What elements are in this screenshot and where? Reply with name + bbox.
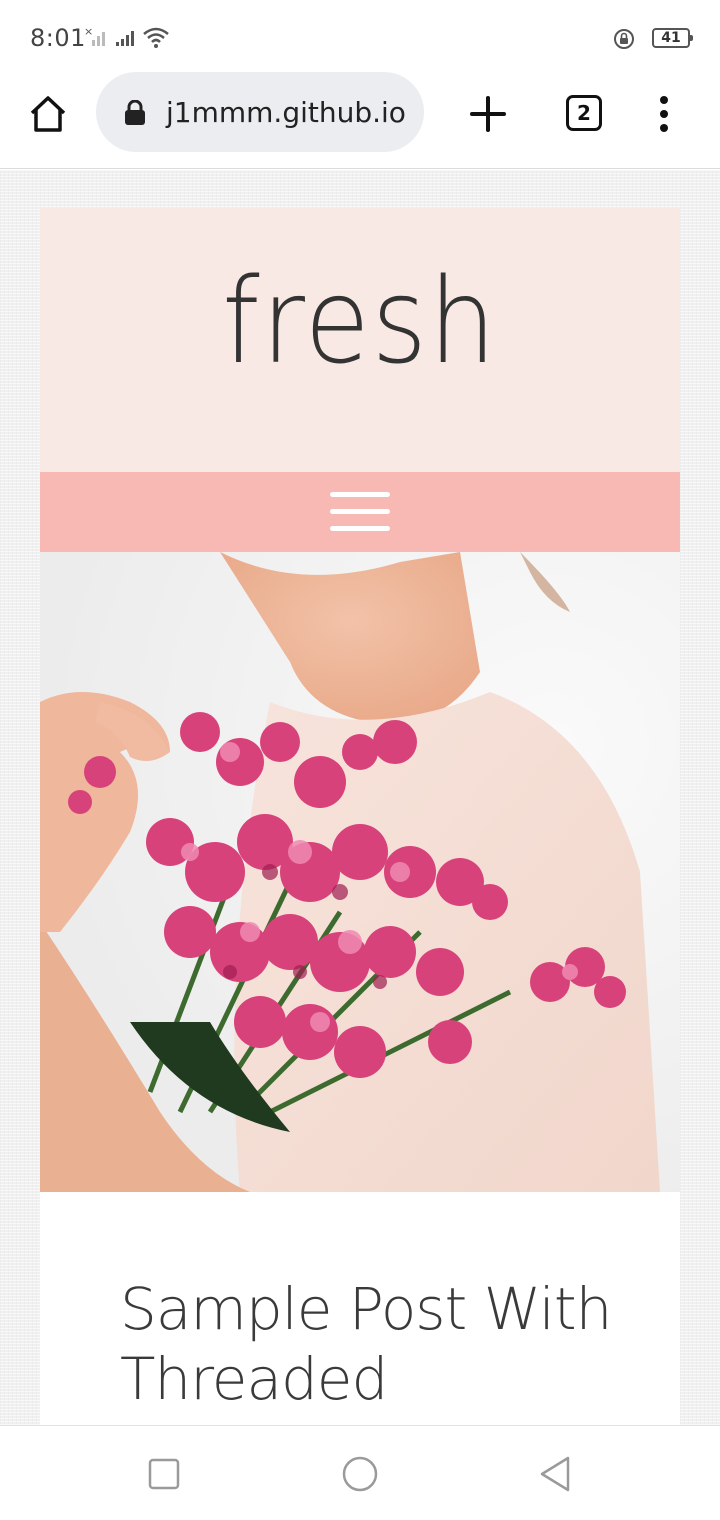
status-time: 8:01 [30, 24, 86, 52]
address-bar[interactable]: j1mmm.github.io [96, 72, 424, 152]
overflow-menu-icon[interactable] [650, 92, 678, 136]
post-card: Sample Post With Threaded [40, 1192, 680, 1425]
site-header: fresh [40, 208, 680, 472]
no-sim-signal-icon: × [84, 26, 105, 46]
home-circle-icon[interactable] [340, 1454, 380, 1494]
status-icons-right: 41 [612, 26, 693, 50]
status-bar: 8:01 × 41 [0, 0, 720, 72]
wifi-icon [143, 27, 169, 48]
battery-icon: 41 [652, 28, 693, 48]
new-tab-plus-icon[interactable] [466, 92, 510, 136]
web-content: fresh Sample Post With Threaded [0, 170, 720, 1425]
post-title[interactable]: Sample Post With Threaded [120, 1274, 620, 1414]
home-icon[interactable] [26, 92, 70, 136]
signal-icon [116, 31, 134, 46]
hero-image [40, 552, 680, 1192]
recents-square-icon[interactable] [144, 1454, 184, 1494]
back-triangle-icon[interactable] [536, 1454, 576, 1494]
site-title[interactable]: fresh [72, 252, 648, 390]
site-container: fresh Sample Post With Threaded [40, 208, 680, 1425]
url-text: j1mmm.github.io [166, 96, 406, 129]
lock-icon [125, 100, 145, 125]
site-nav-bar [40, 472, 680, 552]
tab-switcher-icon[interactable]: 2 [566, 95, 602, 131]
browser-toolbar: j1mmm.github.io 2 [0, 72, 720, 169]
bouquet-photo [40, 552, 680, 1192]
hamburger-menu-icon[interactable] [330, 492, 390, 532]
system-nav-bar [0, 1425, 720, 1520]
rotation-lock-icon [614, 29, 634, 49]
svg-text:×: × [84, 26, 93, 38]
